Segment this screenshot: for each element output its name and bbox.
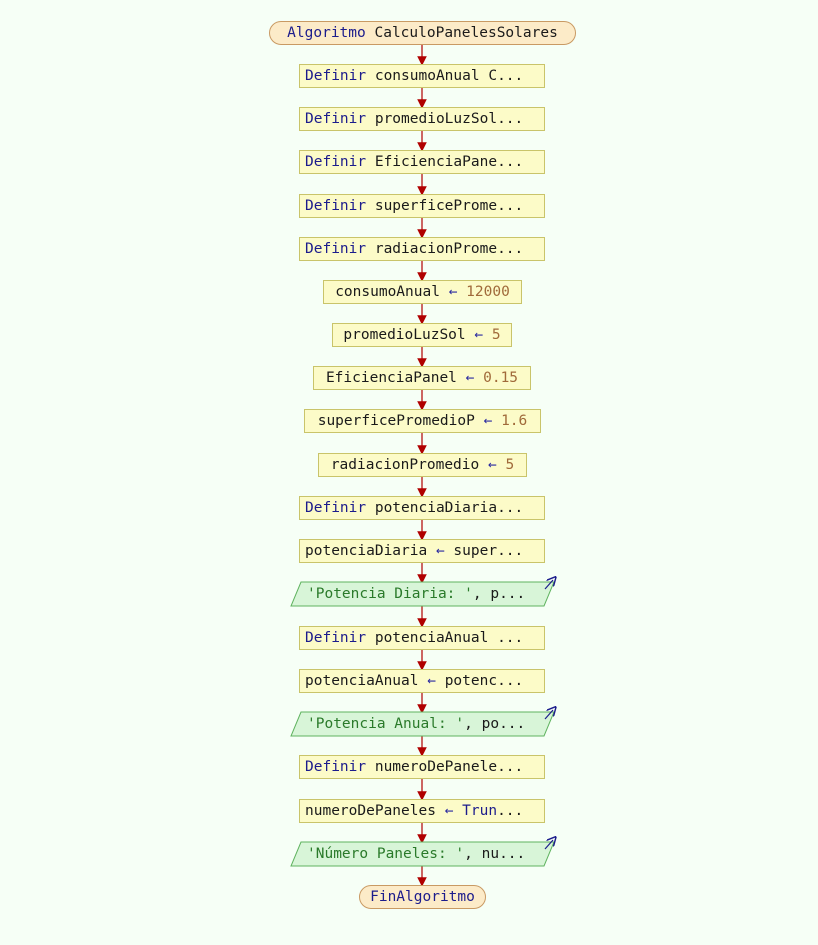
define-ellipsis: ...	[497, 500, 524, 516]
output-rest: , p	[472, 586, 500, 602]
assign-node[interactable]: consumoAnual ← 12000	[323, 280, 522, 304]
define-node[interactable]: Definir numeroDePanele...	[299, 755, 545, 779]
start-keyword: Algoritmo	[287, 25, 366, 41]
assign-arrow: ←	[465, 370, 475, 386]
assign-var: numeroDePaneles	[305, 803, 436, 819]
define-keyword: Definir	[305, 111, 367, 127]
assign-var: potenciaAnual	[305, 673, 419, 689]
output-ellipsis: ...	[499, 716, 526, 732]
define-ellipsis: ...	[497, 241, 524, 257]
define-text: numeroDePanele	[374, 759, 498, 775]
assign-arrow: ←	[487, 457, 497, 473]
assign-node[interactable]: radiacionPromedio ← 5	[318, 453, 527, 477]
define-node[interactable]: Definir potenciaAnual ...	[299, 626, 545, 650]
assign-node[interactable]: superficePromedioP ← 1.6	[304, 409, 541, 433]
start-terminal[interactable]: Algoritmo CalculoPanelesSolares	[269, 21, 576, 45]
assign-arrow: ←	[474, 327, 484, 343]
define-ellipsis: ...	[497, 198, 524, 214]
output-string: 'Potencia Anual: '	[307, 716, 465, 732]
assign-node[interactable]: potenciaAnual ← potenc...	[299, 669, 545, 693]
assign-ellipsis: ...	[497, 803, 524, 819]
assign-value: 1.6	[501, 413, 528, 429]
define-node[interactable]: Definir EficienciaPane...	[299, 150, 545, 174]
assign-expr: Trun	[462, 803, 498, 819]
define-text: radiacionProme	[374, 241, 498, 257]
assign-ellipsis: ...	[497, 543, 524, 559]
assign-arrow: ←	[483, 413, 493, 429]
output-node[interactable]: 'Número Paneles: ', nu...	[307, 842, 547, 866]
define-node[interactable]: Definir potenciaDiaria...	[299, 496, 545, 520]
assign-node[interactable]: promedioLuzSol ← 5	[332, 323, 512, 347]
define-keyword: Definir	[305, 154, 367, 170]
define-text: consumoAnual C	[374, 68, 498, 84]
assign-arrow: ←	[448, 284, 458, 300]
assign-value: 5	[505, 457, 515, 473]
algorithm-name: CalculoPanelesSolares	[374, 25, 558, 41]
define-text: potenciaDiaria	[374, 500, 498, 516]
define-ellipsis: ...	[497, 68, 524, 84]
assign-var: potenciaDiaria	[305, 543, 428, 559]
assign-var: consumoAnual	[335, 284, 440, 300]
assign-ellipsis: ...	[497, 673, 524, 689]
output-ellipsis: ...	[499, 586, 526, 602]
assign-value: 0.15	[483, 370, 519, 386]
output-node[interactable]: 'Potencia Anual: ', po...	[307, 712, 547, 736]
assign-var: promedioLuzSol	[343, 327, 466, 343]
output-string: 'Número Paneles: '	[307, 846, 465, 862]
define-keyword: Definir	[305, 68, 367, 84]
end-terminal[interactable]: FinAlgoritmo	[359, 885, 486, 909]
assign-arrow: ←	[427, 673, 436, 689]
define-ellipsis: ...	[497, 154, 524, 170]
define-node[interactable]: Definir radiacionProme...	[299, 237, 545, 261]
define-text: superficeProme	[374, 198, 498, 214]
define-node[interactable]: Definir superficeProme...	[299, 194, 545, 218]
define-ellipsis: ...	[497, 111, 524, 127]
define-node[interactable]: Definir promedioLuzSol...	[299, 107, 545, 131]
assign-node[interactable]: potenciaDiaria ← super...	[299, 539, 545, 563]
define-keyword: Definir	[305, 198, 367, 214]
output-ellipsis: ...	[499, 846, 526, 862]
assign-expr: super	[453, 543, 498, 559]
assign-var: EficienciaPanel	[325, 370, 457, 386]
end-label: FinAlgoritmo	[370, 889, 475, 905]
assign-node[interactable]: EficienciaPanel ← 0.15	[313, 366, 531, 390]
define-keyword: Definir	[305, 759, 367, 775]
assign-value: 12000	[466, 284, 510, 300]
assign-var: superficePromedioP	[317, 413, 475, 429]
define-text: potenciaAnual	[374, 630, 498, 646]
assign-value: 5	[491, 327, 501, 343]
define-text: EficienciaPane	[374, 154, 498, 170]
assign-node[interactable]: numeroDePaneles ← Trun...	[299, 799, 545, 823]
define-node[interactable]: Definir consumoAnual C...	[299, 64, 545, 88]
assign-expr: potenc	[444, 673, 498, 689]
output-node[interactable]: 'Potencia Diaria: ', p...	[307, 582, 547, 606]
define-keyword: Definir	[305, 630, 367, 646]
output-string: 'Potencia Diaria: '	[307, 586, 473, 602]
define-keyword: Definir	[305, 241, 367, 257]
output-rest: , po	[464, 716, 500, 732]
assign-arrow: ←	[444, 803, 454, 819]
define-keyword: Definir	[305, 500, 367, 516]
assign-var: radiacionPromedio	[330, 457, 480, 473]
define-text: promedioLuzSol	[374, 111, 498, 127]
assign-arrow: ←	[435, 543, 445, 559]
output-rest: , nu	[464, 846, 500, 862]
define-ellipsis: ...	[497, 759, 524, 775]
define-ellipsis: ...	[497, 630, 524, 646]
